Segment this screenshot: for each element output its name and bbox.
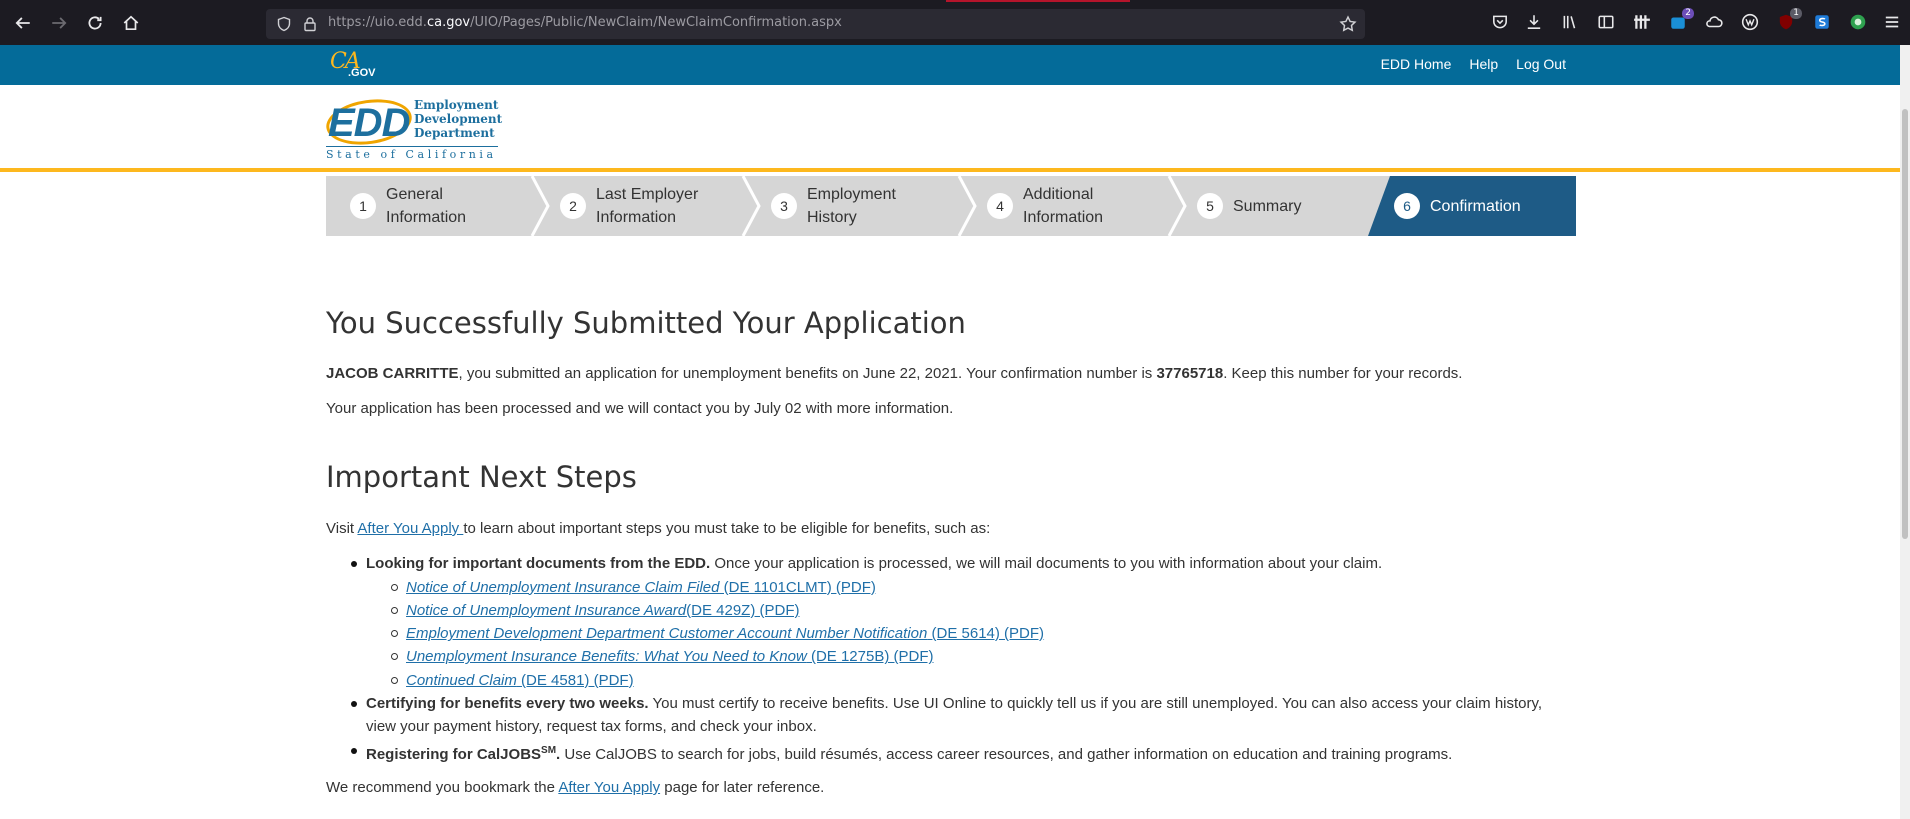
progress-steps: 1 General Information 2 Last Employer Info…: [326, 176, 1576, 236]
reload-icon[interactable]: [83, 11, 107, 35]
tracking-protection-icon[interactable]: [276, 16, 292, 32]
cloud-extension-icon[interactable]: [1704, 12, 1724, 32]
document-link-de429z[interactable]: Notice of Unemployment Insurance Award(D…: [406, 602, 799, 619]
utility-links: EDD Home Help Log Out: [1381, 56, 1566, 72]
list-item: Notice of Unemployment Insurance Award(D…: [391, 599, 1586, 622]
active-tab-indicator: [946, 0, 1130, 2]
wikipedia-extension-icon[interactable]: [1740, 12, 1760, 32]
processing-paragraph: Your application has been processed and …: [326, 400, 954, 417]
visit-paragraph: Visit After You Apply to learn about imp…: [326, 520, 991, 537]
menu-icon[interactable]: [1882, 12, 1902, 32]
after-you-apply-link[interactable]: After You Apply: [558, 779, 660, 796]
document-link-de1275b[interactable]: Unemployment Insurance Benefits: What Yo…: [406, 648, 933, 665]
step-additional-information: 4 Additional Information: [987, 176, 1103, 236]
step-separator: [1167, 176, 1187, 236]
list-item: Employment Development Department Custom…: [391, 622, 1586, 645]
pocket-icon[interactable]: [1490, 12, 1510, 32]
s-extension-icon[interactable]: [1812, 12, 1832, 32]
edd-home-link[interactable]: EDD Home: [1381, 56, 1452, 72]
step-employment-history: 3 Employment History: [771, 176, 896, 236]
url-text[interactable]: https://uio.edd.ca.gov/UIO/Pages/Public/…: [328, 15, 842, 30]
edd-logo[interactable]: EDD Employment Development Department St…: [323, 94, 502, 162]
applicant-name: JACOB CARRITTE: [326, 365, 459, 382]
lock-icon[interactable]: [302, 16, 318, 32]
step-separator: [741, 176, 761, 236]
forward-icon[interactable]: [47, 11, 71, 35]
sidebar-icon[interactable]: [1596, 12, 1616, 32]
page-scrollbar[interactable]: [1900, 45, 1910, 819]
downloads-icon[interactable]: [1524, 12, 1544, 32]
next-steps-list: Looking for important documents from the…: [351, 552, 1586, 767]
list-item: Registering for CalJOBSSM. Use CalJOBS t…: [351, 739, 1586, 767]
confirmation-paragraph: JACOB CARRITTE, you submitted an applica…: [326, 365, 1463, 382]
step-last-employer-information: 2 Last Employer Information: [560, 176, 698, 236]
next-steps-heading: Important Next Steps: [326, 460, 637, 494]
step-separator: [530, 176, 550, 236]
log-out-link[interactable]: Log Out: [1516, 56, 1566, 72]
step-confirmation: 6 Confirmation: [1394, 176, 1521, 236]
extension-grid-icon[interactable]: [1632, 12, 1652, 32]
back-icon[interactable]: [11, 11, 35, 35]
list-item: Continued Claim (DE 4581) (PDF): [391, 669, 1586, 692]
after-you-apply-link[interactable]: After You Apply: [357, 520, 463, 537]
page-scrollbar-thumb[interactable]: [1902, 109, 1908, 539]
library-icon[interactable]: [1560, 12, 1580, 32]
step-summary: 5 Summary: [1197, 176, 1301, 236]
utility-header: CA .GOV EDD Home Help Log Out: [0, 45, 1900, 85]
shopping-extension-icon[interactable]: 2: [1668, 8, 1694, 32]
ublock-origin-icon[interactable]: 1: [1776, 8, 1802, 32]
address-bar[interactable]: https://uio.edd.ca.gov/UIO/Pages/Public/…: [266, 9, 1365, 39]
step-separator: [957, 176, 977, 236]
confirmation-number: 37765718: [1156, 365, 1224, 382]
page-title: You Successfully Submitted Your Applicat…: [326, 306, 966, 340]
bookmark-star-icon[interactable]: [1339, 15, 1357, 33]
documents-list: Notice of Unemployment Insurance Claim F…: [366, 576, 1586, 692]
help-link[interactable]: Help: [1469, 56, 1498, 72]
home-icon[interactable]: [119, 11, 143, 35]
list-item: Notice of Unemployment Insurance Claim F…: [391, 576, 1586, 599]
step-general-information: 1 General Information: [350, 176, 466, 236]
document-link-de4581[interactable]: Continued Claim (DE 4581) (PDF): [406, 672, 634, 689]
list-item: Certifying for benefits every two weeks.…: [351, 692, 1546, 739]
document-link-de5614[interactable]: Employment Development Department Custom…: [406, 625, 1044, 642]
site-header: EDD Employment Development Department St…: [0, 85, 1900, 172]
list-item: Unemployment Insurance Benefits: What Yo…: [391, 645, 1586, 668]
green-extension-icon[interactable]: [1848, 12, 1868, 32]
bookmark-paragraph: We recommend you bookmark the After You …: [326, 779, 825, 796]
document-link-de1101clmt[interactable]: Notice of Unemployment Insurance Claim F…: [406, 579, 876, 596]
list-item: Looking for important documents from the…: [351, 552, 1586, 692]
browser-toolbar: https://uio.edd.ca.gov/UIO/Pages/Public/…: [0, 0, 1910, 45]
ca-gov-logo[interactable]: CA .GOV: [330, 49, 380, 83]
